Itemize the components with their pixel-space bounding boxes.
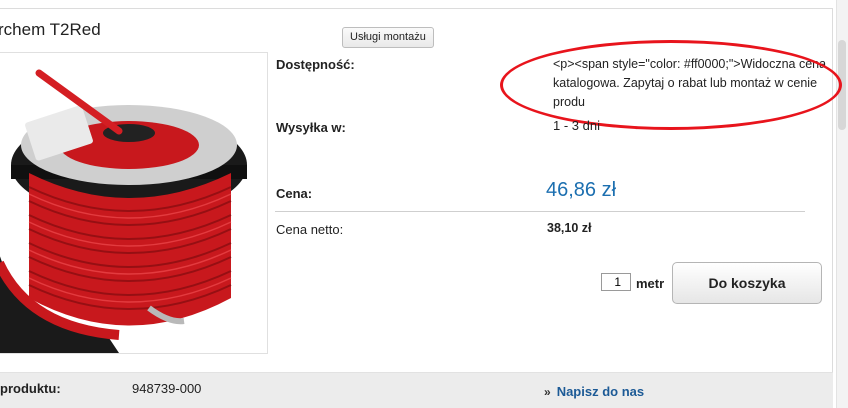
cable-spool-image — [0, 69, 247, 353]
quantity-unit: metr — [636, 276, 665, 291]
product-image[interactable] — [0, 52, 268, 354]
quantity-input[interactable] — [601, 273, 631, 291]
net-price-label: Cena netto: — [276, 222, 344, 237]
contact-link[interactable]: » Napisz do nas — [544, 384, 644, 399]
net-price-value: 38,10 zł — [547, 221, 592, 235]
price-divider — [275, 211, 805, 212]
add-to-cart-button[interactable]: Do koszyka — [672, 262, 822, 304]
installation-services-button[interactable]: Usługi montażu — [342, 27, 434, 48]
availability-label: Dostępność: — [276, 57, 355, 72]
product-title: rchem T2Red — [0, 20, 101, 39]
price-label: Cena: — [276, 186, 313, 201]
shipping-label: Wysyłka w: — [276, 120, 346, 135]
red-annotation-ellipse — [500, 40, 842, 130]
shipping-value: 1 - 3 dni — [553, 118, 600, 133]
double-chevron-icon: » — [544, 385, 551, 399]
product-id-label: produktu: — [0, 381, 61, 396]
footer-bar — [0, 372, 833, 408]
product-id-value: 948739-000 — [132, 381, 202, 396]
price-value: 46,86 zł — [546, 179, 617, 201]
contact-link-label[interactable]: Napisz do nas — [557, 384, 644, 399]
